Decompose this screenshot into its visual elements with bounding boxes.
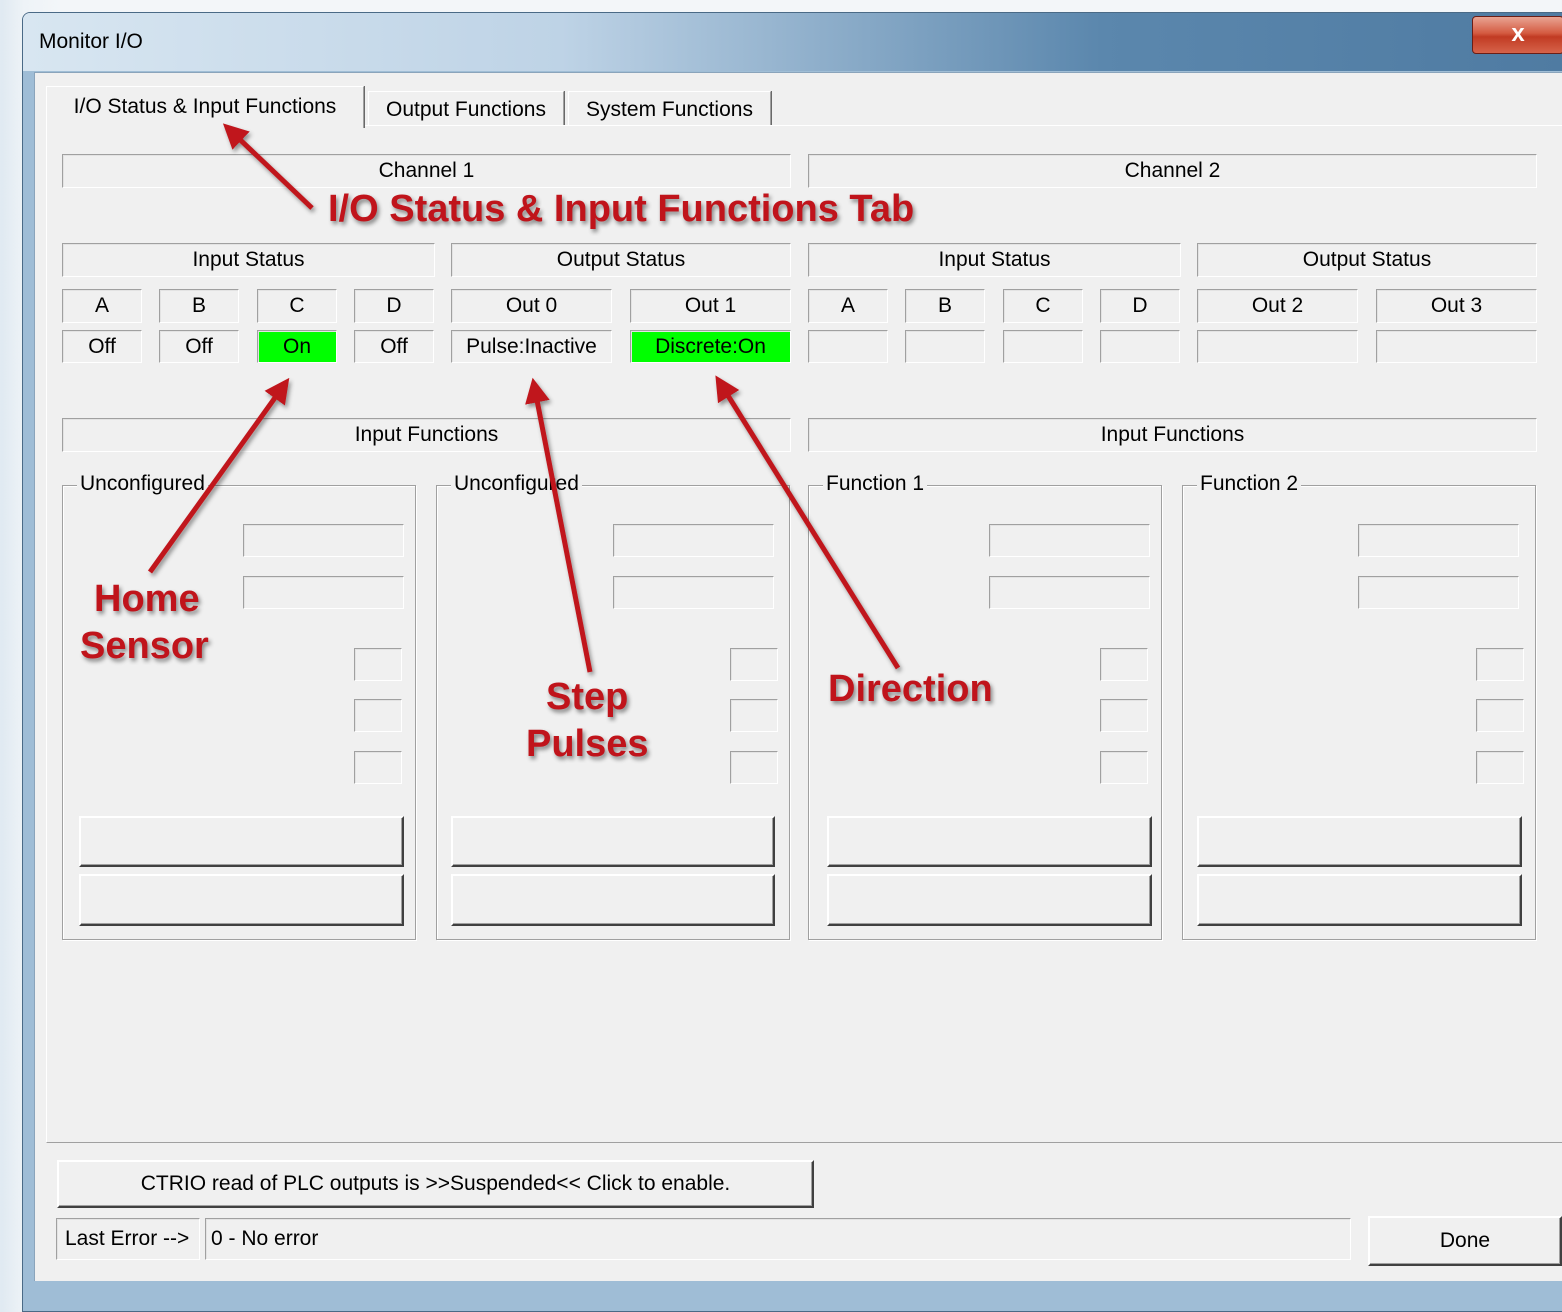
arrow-to-step-pulses [525, 377, 593, 673]
arrow-to-direction [715, 375, 901, 670]
annotation-step-line1: Step [546, 676, 629, 718]
annotation-tab-callout: I/O Status & Input Functions Tab [328, 188, 915, 230]
arrow-to-home-sensor [147, 377, 290, 574]
annotation-step-line2: Pulses [526, 723, 649, 765]
annotation-direction: Direction [828, 668, 993, 710]
annotation-home-line2: Sensor [80, 625, 209, 667]
arrow-to-tab [222, 123, 314, 210]
annotation-home-line1: Home [94, 578, 200, 620]
